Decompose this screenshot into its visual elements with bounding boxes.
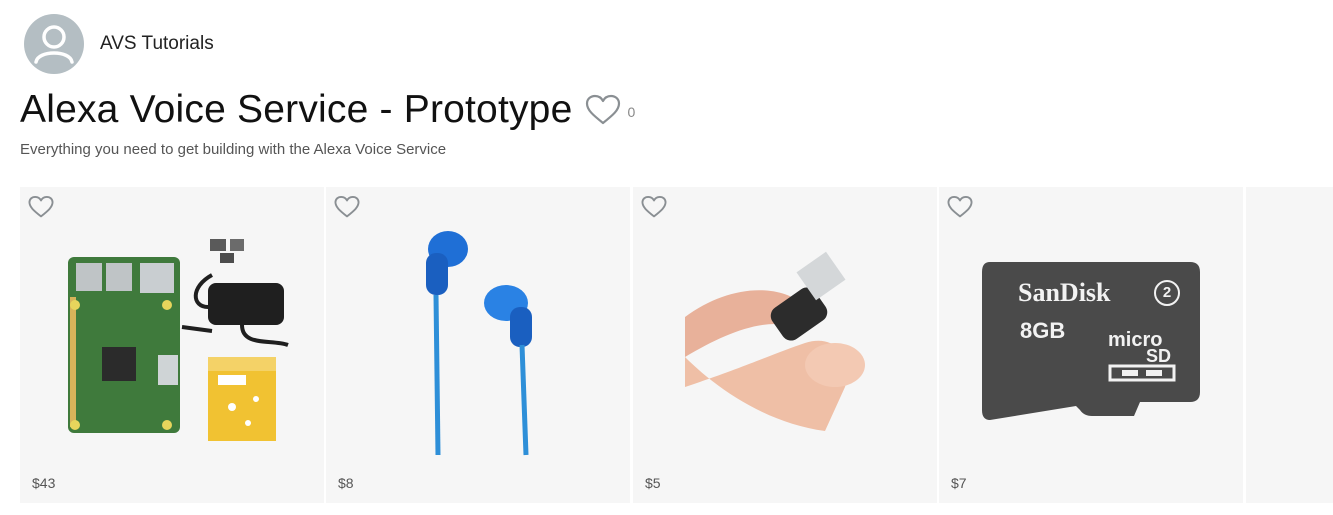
heart-icon: [947, 195, 973, 218]
card-heart-button[interactable]: [334, 195, 360, 219]
raspberry-pi-kit-image: [68, 239, 289, 441]
product-card[interactable]: SanDisk 2 8GB micro SD $7: [939, 187, 1243, 503]
card-brand-text: SanDisk: [1018, 278, 1111, 307]
card-heart-button[interactable]: [641, 195, 667, 219]
sandisk-microsd-card: SanDisk 2 8GB micro SD: [980, 260, 1202, 424]
card-heart-button[interactable]: [947, 195, 973, 219]
product-image[interactable]: SanDisk 2 8GB micro SD: [939, 227, 1243, 457]
author-name[interactable]: AVS Tutorials: [100, 33, 214, 55]
svg-text:SD: SD: [1146, 346, 1171, 366]
like-count: 0: [627, 104, 636, 120]
avatar[interactable]: [24, 14, 84, 74]
list-title-row: Alexa Voice Service - Prototype 0: [20, 88, 635, 132]
product-card[interactable]: $8: [326, 187, 630, 503]
heart-icon: [28, 195, 54, 218]
heart-icon: [586, 94, 621, 125]
product-image[interactable]: [20, 227, 324, 457]
user-silhouette-icon: [34, 25, 74, 64]
product-price: $8: [338, 475, 354, 491]
card-heart-button[interactable]: [28, 195, 54, 219]
product-image[interactable]: [326, 227, 630, 457]
list-subtitle: Everything you need to get building with…: [20, 141, 447, 158]
heart-icon: [641, 195, 667, 218]
speed-class-icon: 2: [1154, 280, 1180, 306]
product-image[interactable]: [633, 227, 937, 457]
product-card[interactable]: $43: [20, 187, 324, 503]
author-header: AVS Tutorials: [24, 14, 214, 74]
blue-earbuds-image: [426, 231, 532, 456]
microsdhc-logo-icon: micro SD: [1108, 329, 1176, 382]
page-title: Alexa Voice Service - Prototype: [20, 88, 573, 131]
card-capacity-text: 8GB: [1020, 318, 1066, 343]
heart-icon: [334, 195, 360, 218]
product-card-partial[interactable]: [1246, 187, 1333, 503]
like-button[interactable]: [585, 94, 621, 126]
usb-microphone-image: [685, 251, 865, 431]
product-price: $5: [645, 475, 661, 491]
product-price: $7: [951, 475, 967, 491]
product-price: $43: [32, 475, 56, 491]
product-grid: $43 $8 $5 SanDisk 2 8GB micro SD $7: [20, 187, 1333, 503]
product-card[interactable]: $5: [633, 187, 937, 503]
